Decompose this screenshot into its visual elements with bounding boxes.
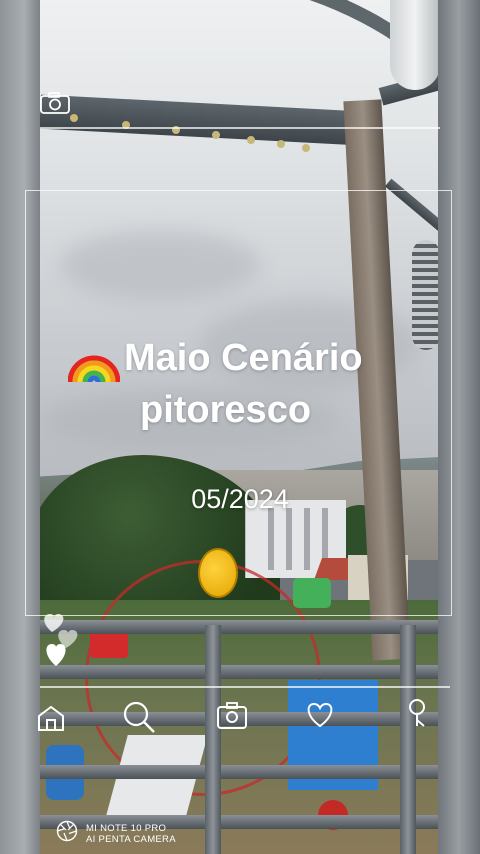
aperture-icon (56, 820, 78, 847)
search-icon[interactable] (122, 700, 156, 734)
story-date: 05/2024 (191, 484, 289, 514)
balcony-rail (30, 620, 450, 634)
water-heater (390, 0, 440, 90)
title-line-1: Maio Cenário (124, 337, 363, 379)
camera-icon[interactable] (40, 92, 70, 114)
camera-swap-icon[interactable] (216, 700, 248, 730)
heart-icon[interactable] (304, 700, 336, 728)
home-icon[interactable] (36, 704, 66, 732)
overlay-divider-bottom (40, 686, 450, 688)
camera-watermark: MI NOTE 10 PRO AI PENTA CAMERA (56, 820, 176, 847)
story-title: Maio Cenário pitoresco (67, 332, 458, 436)
title-line-2: pitoresco (140, 389, 312, 431)
hearts-icon[interactable] (40, 610, 80, 668)
rainbow-icon (67, 332, 121, 384)
watermark-device: MI NOTE 10 PRO (86, 822, 167, 834)
profile-icon[interactable] (402, 698, 432, 730)
overlay-divider-top (40, 127, 440, 129)
watermark-camera: AI PENTA CAMERA (86, 833, 176, 845)
